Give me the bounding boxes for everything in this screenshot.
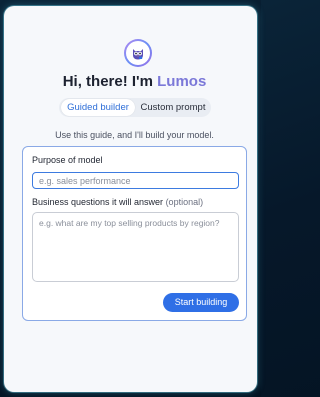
optional-tag: (optional): [163, 197, 204, 207]
lumos-avatar: [124, 39, 152, 67]
purpose-label: Purpose of model: [32, 155, 103, 165]
brand-name: Lumos: [157, 73, 207, 90]
tab-guided-builder[interactable]: Guided builder: [61, 99, 135, 116]
start-building-button[interactable]: Start building: [163, 293, 239, 312]
owl-icon: [133, 49, 143, 60]
greeting-prefix: Hi, there! I'm: [62, 73, 158, 90]
questions-label-text: Business questions it will answer: [32, 197, 164, 207]
tab-custom-prompt[interactable]: Custom prompt: [137, 99, 209, 116]
model-form: Purpose of model Business questions it w…: [22, 146, 247, 321]
questions-textarea[interactable]: [32, 212, 239, 282]
questions-label: Business questions it will answer (optio…: [32, 197, 203, 207]
builder-mode-tabs: Guided builder Custom prompt: [59, 98, 211, 117]
greeting-heading: Hi, there! I'm Lumos: [4, 73, 265, 90]
purpose-input[interactable]: [32, 172, 239, 189]
helper-text: Use this guide, and I'll build your mode…: [55, 130, 214, 140]
